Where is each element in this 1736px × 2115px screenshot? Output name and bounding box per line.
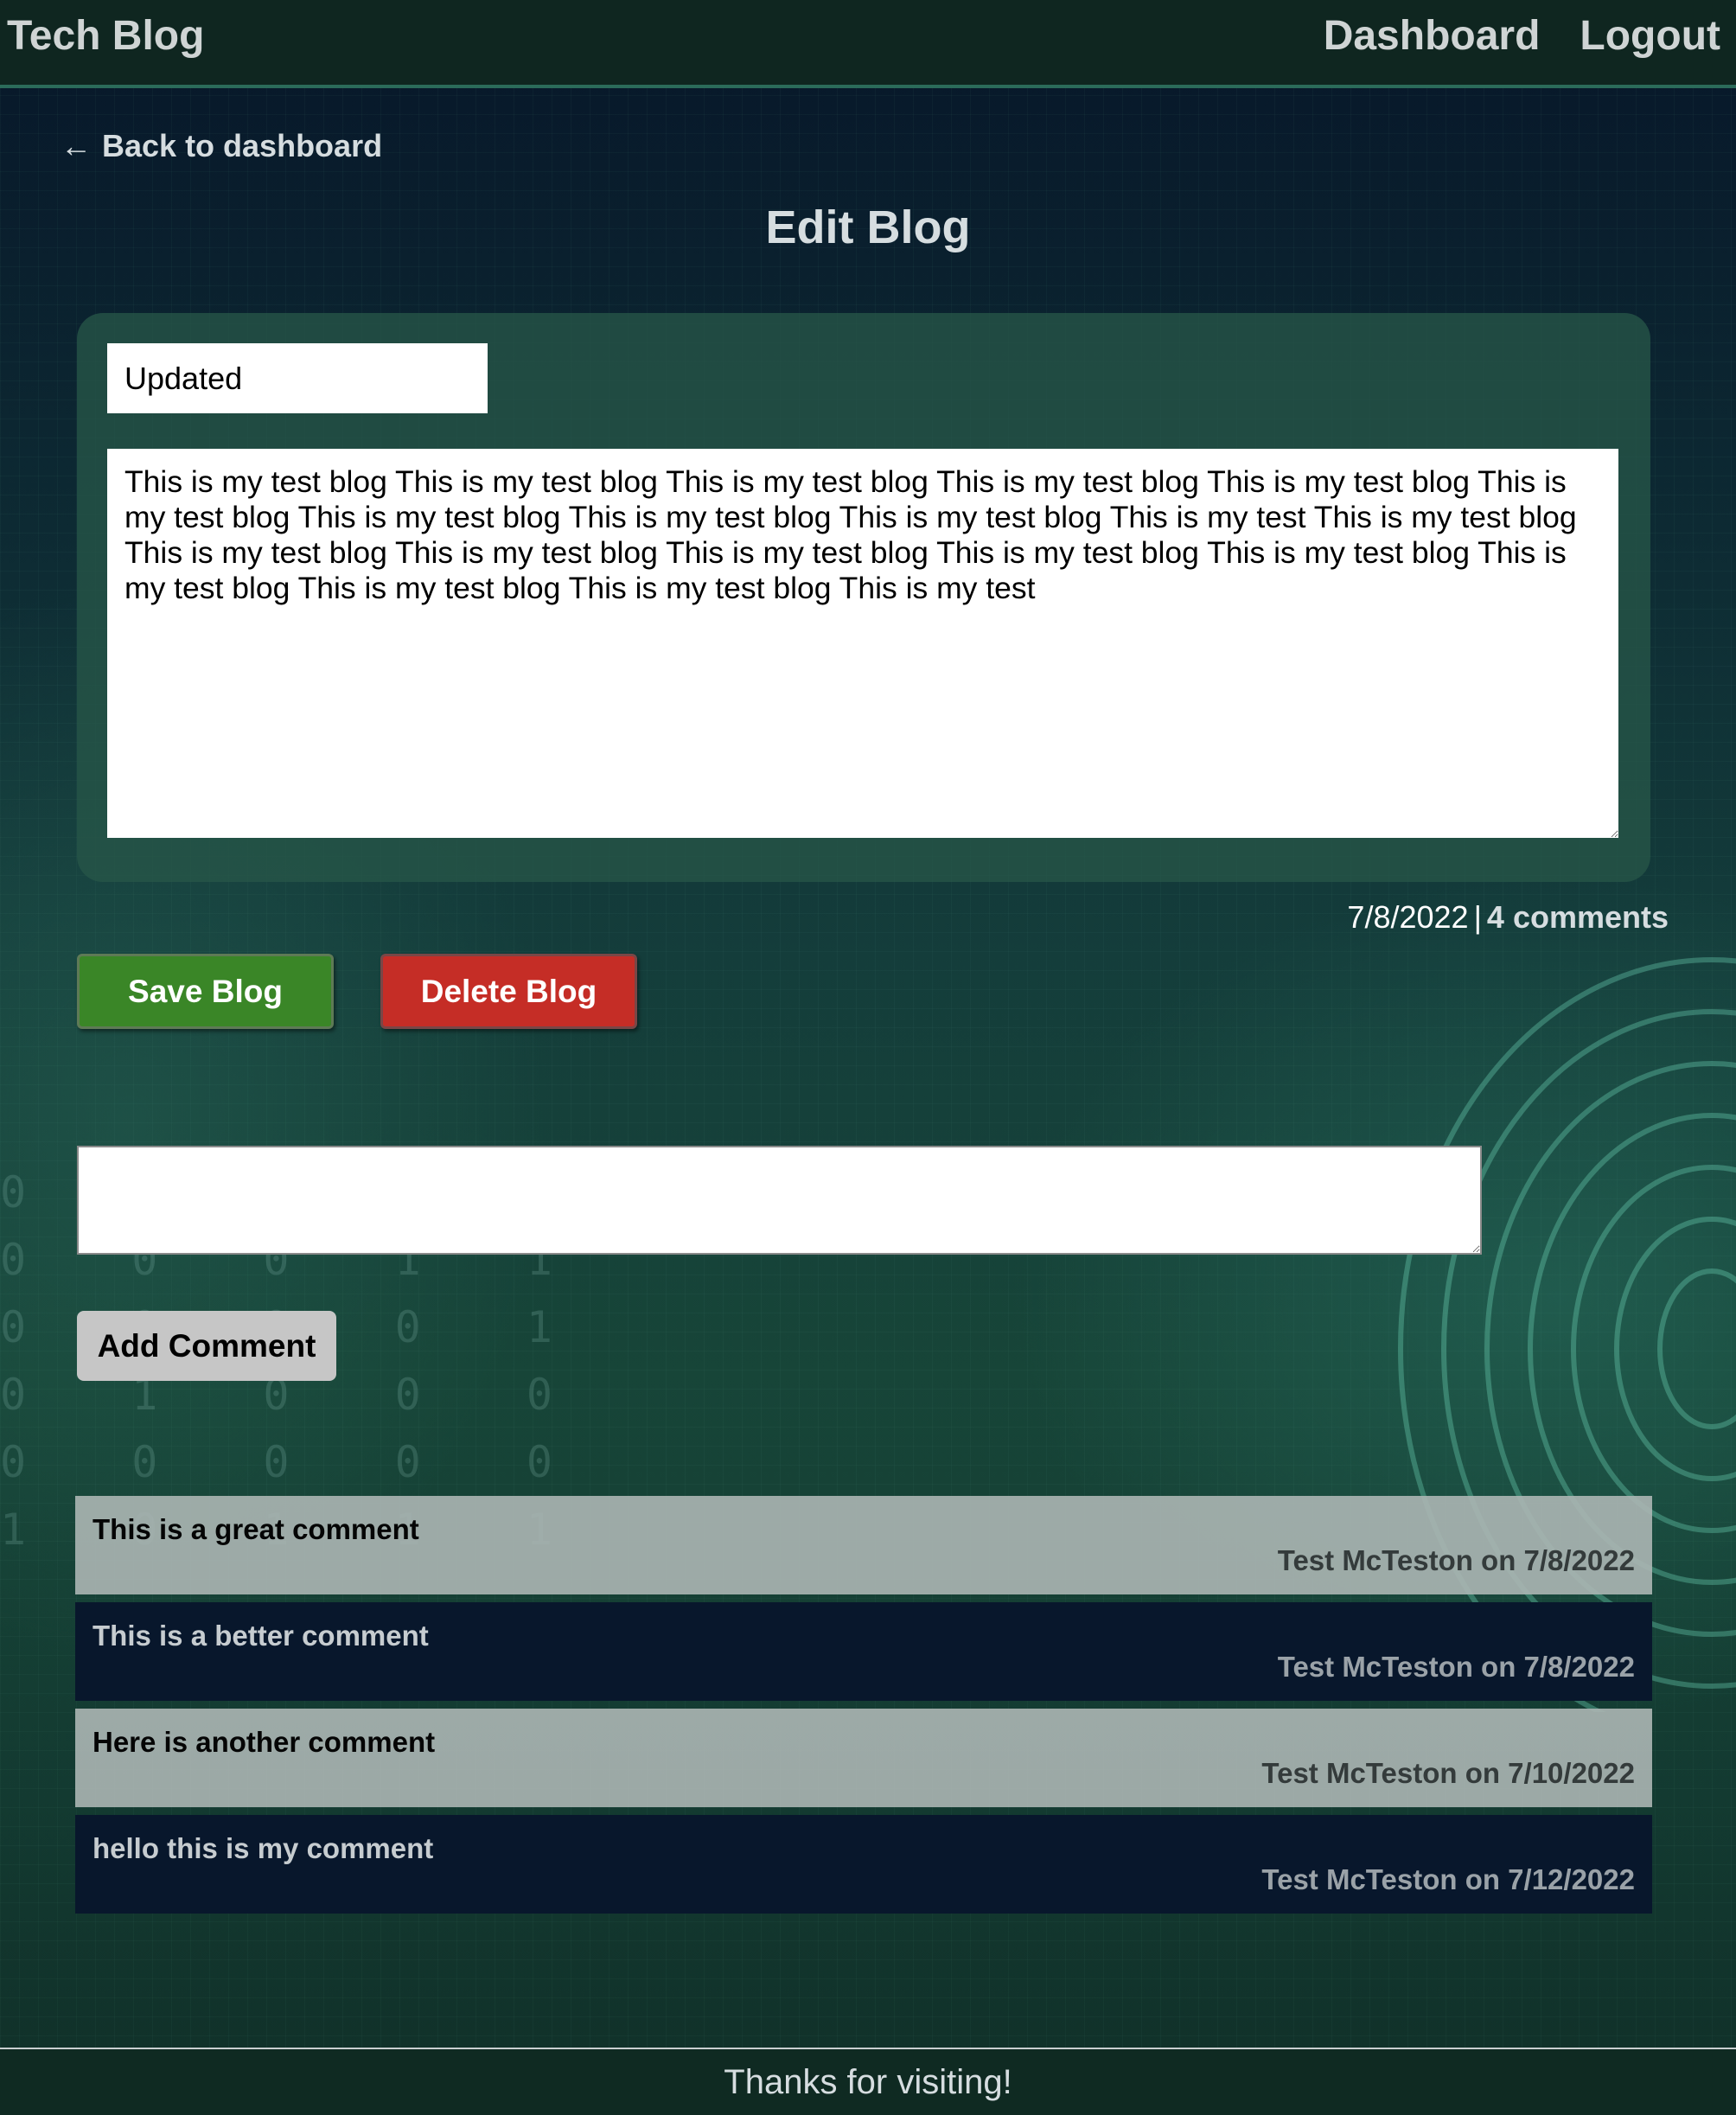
comment-item: hello this is my comment Test McTeston o… (75, 1815, 1652, 1914)
back-to-dashboard-link[interactable]: ← Back to dashboard (61, 128, 382, 164)
delete-blog-button[interactable]: Delete Blog (380, 954, 637, 1029)
comment-item: This is a great comment Test McTeston on… (75, 1496, 1652, 1594)
top-navbar: Tech Blog Dashboard Logout (0, 0, 1736, 88)
blog-title-input[interactable] (107, 343, 488, 413)
comment-text: This is a great comment (93, 1513, 419, 1545)
footer-text: Thanks for visiting! (724, 2063, 1012, 2101)
comment-count: 4 comments (1486, 899, 1669, 935)
nav-links: Dashboard Logout (1324, 12, 1720, 60)
comment-text: hello this is my comment (93, 1832, 434, 1864)
nav-dashboard-link[interactable]: Dashboard (1324, 12, 1541, 60)
meta-separator: | (1473, 899, 1482, 935)
page-footer: Thanks for visiting! (0, 2048, 1736, 2115)
comment-text: This is a better comment (93, 1620, 429, 1652)
comment-item: This is a better comment Test McTeston o… (75, 1602, 1652, 1701)
page-title: Edit Blog (765, 201, 971, 253)
left-arrow-icon: ← (61, 128, 92, 163)
post-meta: 7/8/2022 | 4 comments (1347, 899, 1669, 936)
post-date: 7/8/2022 (1347, 899, 1469, 935)
save-blog-button[interactable]: Save Blog (77, 954, 334, 1029)
blog-body-textarea[interactable]: This is my test blog This is my test blo… (107, 449, 1618, 838)
edit-blog-form: This is my test blog This is my test blo… (77, 313, 1650, 882)
comment-byline: Test McTeston on 7/12/2022 (1261, 1863, 1635, 1895)
comment-byline: Test McTeston on 7/8/2022 (1277, 1544, 1635, 1576)
comment-byline: Test McTeston on 7/10/2022 (1261, 1757, 1635, 1789)
comments-list: This is a great comment Test McTeston on… (75, 1496, 1652, 1921)
brand-link[interactable]: Tech Blog (7, 12, 204, 60)
comment-item: Here is another comment Test McTeston on… (75, 1709, 1652, 1807)
comment-text: Here is another comment (93, 1726, 436, 1758)
add-comment-button[interactable]: Add Comment (77, 1311, 336, 1381)
back-link-label: Back to dashboard (102, 128, 383, 163)
nav-logout-link[interactable]: Logout (1580, 12, 1720, 60)
comment-byline: Test McTeston on 7/8/2022 (1277, 1651, 1635, 1683)
comment-textarea[interactable] (77, 1146, 1482, 1255)
